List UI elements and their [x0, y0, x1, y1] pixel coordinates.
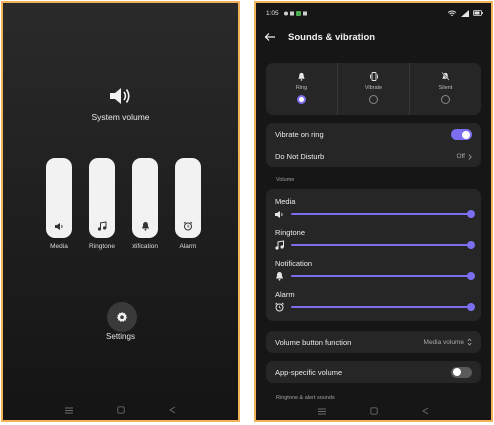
- do-not-disturb-value: Off: [456, 153, 465, 160]
- volume-section-label: Volume: [276, 177, 295, 183]
- bell-icon: [298, 72, 305, 81]
- back-icon[interactable]: [169, 406, 176, 414]
- notification-volume-label: Notification: [275, 259, 313, 268]
- bell-icon: [132, 220, 158, 232]
- notification-volume-thumb[interactable]: [467, 272, 475, 280]
- signal-icon: [461, 9, 469, 17]
- home-icon[interactable]: [117, 406, 125, 414]
- vibrate-on-ring-toggle[interactable]: [451, 129, 472, 140]
- system-volume-screen: System volume Media Ringtone Notificatio…: [1, 1, 240, 422]
- status-bar: 1:05: [266, 8, 483, 18]
- settings-label: Settings: [106, 332, 135, 341]
- ringtone-volume-slider[interactable]: [291, 241, 475, 249]
- page-header: Sounds & vibration: [264, 29, 375, 45]
- app-specific-volume-row[interactable]: App-specific volume: [275, 365, 472, 379]
- alarm-clock-icon: [275, 302, 284, 312]
- alarm-volume-slider[interactable]: [291, 303, 475, 311]
- vibrate-on-ring-label: Vibrate on ring: [275, 130, 324, 139]
- app-specific-volume-label: App-specific volume: [275, 367, 343, 377]
- alarm-label: Alarm: [179, 243, 197, 250]
- mode-ring-label: Ring: [295, 85, 308, 91]
- back-icon[interactable]: [422, 407, 429, 415]
- music-note-icon: [275, 240, 284, 250]
- app-specific-volume-toggle[interactable]: [451, 366, 472, 378]
- system-volume-title: System volume: [91, 112, 150, 122]
- volume-button-function-card[interactable]: Volume button function Media volume: [266, 331, 481, 353]
- alarm-volume-label: Alarm: [275, 290, 295, 299]
- bell-icon: [276, 272, 283, 281]
- mode-vibrate[interactable]: Vibrate: [337, 63, 409, 115]
- app-specific-volume-card: App-specific volume: [266, 361, 481, 383]
- recents-icon[interactable]: [318, 408, 326, 415]
- chevron-right-icon: [468, 153, 472, 160]
- ringtone-alert-sounds-label: Ringtone & alert sounds: [276, 395, 335, 401]
- media-volume-thumb[interactable]: [467, 210, 475, 218]
- mode-vibrate-label: Vibrate: [364, 85, 383, 91]
- alarm-volume-thumb[interactable]: [467, 303, 475, 311]
- battery-icon: [473, 10, 483, 16]
- ringtone-volume-row: [274, 240, 475, 250]
- bell-off-icon: [441, 72, 450, 81]
- volume-button-function-label: Volume button function: [275, 337, 352, 347]
- volume-button-function-value: Media volume: [423, 338, 464, 346]
- speaker-icon: [46, 220, 72, 232]
- do-not-disturb-row[interactable]: Do Not Disturb Off: [275, 150, 472, 163]
- chevron-up-down-icon: [467, 338, 472, 346]
- do-not-disturb-label: Do Not Disturb: [275, 152, 325, 161]
- navigation-bar: [3, 405, 238, 415]
- notification-label: Notification: [132, 243, 158, 250]
- mode-silent-label: Silent: [438, 85, 453, 91]
- volume-card: Media Ringtone Notification Alarm: [266, 189, 481, 321]
- mode-silent[interactable]: Silent: [409, 63, 481, 115]
- notification-volume-slider[interactable]: [132, 158, 158, 238]
- mode-silent-radio[interactable]: [440, 95, 450, 104]
- home-icon[interactable]: [370, 407, 378, 415]
- mode-ring-radio[interactable]: [296, 95, 306, 104]
- notification-volume-slider[interactable]: [291, 272, 475, 280]
- mode-ring[interactable]: Ring: [266, 63, 337, 115]
- settings-button[interactable]: [107, 302, 137, 332]
- vibrate-icon: [369, 72, 378, 81]
- notification-volume-row: [274, 271, 475, 281]
- music-note-icon: [89, 220, 115, 232]
- gear-icon: [116, 311, 128, 322]
- sounds-vibration-screen: 1:05 Sounds & vibration Ring Vibrate Sil…: [254, 1, 493, 422]
- navigation-bar: [256, 406, 491, 416]
- notification-icons: [283, 10, 307, 16]
- page-title: Sounds & vibration: [288, 31, 376, 43]
- speaker-icon: [275, 210, 283, 218]
- ring-options-card: Vibrate on ring Do Not Disturb Off: [266, 123, 481, 167]
- vibrate-on-ring-row[interactable]: Vibrate on ring: [275, 128, 472, 141]
- media-volume-slider[interactable]: [46, 158, 72, 238]
- ringtone-volume-thumb[interactable]: [467, 241, 475, 249]
- ringtone-volume-slider[interactable]: [89, 158, 115, 238]
- wifi-icon: [447, 10, 457, 16]
- mode-vibrate-radio[interactable]: [368, 95, 378, 104]
- ringtone-volume-label: Ringtone: [275, 228, 306, 237]
- recents-icon[interactable]: [65, 407, 73, 414]
- alarm-volume-slider[interactable]: [175, 158, 201, 238]
- speaker-icon: [110, 88, 130, 104]
- media-volume-slider[interactable]: [291, 210, 475, 218]
- sound-mode-card: Ring Vibrate Silent: [266, 63, 481, 115]
- media-volume-row: [274, 209, 475, 219]
- ringtone-label: Ringtone: [88, 243, 116, 250]
- media-volume-label: Media: [275, 197, 296, 206]
- back-arrow-icon[interactable]: [264, 32, 276, 42]
- status-time: 1:05: [266, 9, 279, 17]
- volume-button-function-row[interactable]: Volume button function Media volume: [275, 335, 472, 349]
- alarm-clock-icon: [175, 220, 201, 232]
- media-label: Media: [50, 243, 68, 250]
- alarm-volume-row: [274, 302, 475, 312]
